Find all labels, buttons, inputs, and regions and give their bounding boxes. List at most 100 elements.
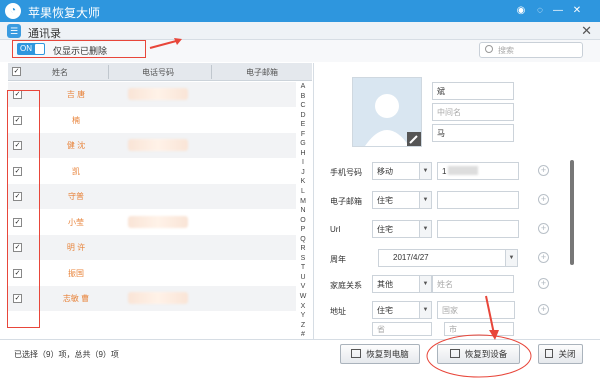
contact-name: 楠 <box>72 115 80 125</box>
alphabet-letter[interactable]: T <box>297 263 309 273</box>
family-type-select[interactable]: 其他 ▼ <box>372 275 432 293</box>
table-row[interactable]: ✓ 健 沈 <box>8 133 296 158</box>
add-email-icon[interactable]: + <box>538 194 549 205</box>
alphabet-letter[interactable]: Y <box>297 311 309 321</box>
phone-number-redacted <box>128 88 188 100</box>
alphabet-letter[interactable]: V <box>297 282 309 292</box>
address-type-select[interactable]: 住宅 ▼ <box>372 301 432 319</box>
first-name-field[interactable]: 斌 <box>432 82 514 100</box>
alphabet-letter[interactable]: N <box>297 206 309 216</box>
minimize-icon[interactable]: — <box>551 4 565 18</box>
phone-field[interactable]: 1 <box>437 162 519 180</box>
table-row[interactable]: ✓ 志敏 曹 <box>8 286 296 311</box>
alphabet-letter[interactable]: Z <box>297 321 309 331</box>
address-label: 地址 <box>330 307 346 316</box>
window-title: 通讯录 <box>28 28 61 40</box>
phone-number-redacted <box>128 292 188 304</box>
phone-type-select[interactable]: 移动 ▼ <box>372 162 432 180</box>
alphabet-letter[interactable]: R <box>297 244 309 254</box>
url-type-value: 住宅 <box>377 225 393 234</box>
contacts-icon: ☰ <box>7 24 21 38</box>
table-row[interactable]: ✓ 小莹 <box>8 210 296 235</box>
table-row[interactable]: ✓ 振国 <box>8 261 296 286</box>
weibo-icon[interactable]: ◉ <box>514 4 528 18</box>
selection-status: 已选择（9）项，总共（9）项 <box>14 350 119 359</box>
add-phone-icon[interactable]: + <box>538 165 549 176</box>
col-email[interactable]: 电子邮箱 <box>246 67 278 78</box>
email-type-value: 住宅 <box>377 196 393 205</box>
alphabet-index[interactable]: A B C D E F G H I J K L M N O P Q R S T U V W X Y Z # <box>297 82 309 340</box>
email-type-select[interactable]: 住宅 ▼ <box>372 191 432 209</box>
alphabet-letter[interactable]: L <box>297 187 309 197</box>
alphabet-letter[interactable]: K <box>297 177 309 187</box>
close-app-icon[interactable]: ✕ <box>570 4 584 18</box>
search-icon <box>485 45 493 53</box>
detail-scrollbar[interactable] <box>570 160 574 265</box>
contact-name: 凯 <box>72 166 80 176</box>
close-button[interactable]: 关闭 <box>538 344 583 364</box>
computer-icon <box>351 349 362 358</box>
alphabet-letter[interactable]: H <box>297 149 309 159</box>
alphabet-letter[interactable]: F <box>297 130 309 140</box>
table-row[interactable]: ✓ 楠 <box>8 108 296 133</box>
alphabet-letter[interactable]: B <box>297 92 309 102</box>
phone-type-value: 移动 <box>377 167 393 176</box>
contact-name: 健 沈 <box>66 141 86 150</box>
alphabet-letter[interactable]: S <box>297 254 309 264</box>
email-field[interactable] <box>437 191 519 209</box>
select-all-checkbox[interactable]: ✓ <box>12 67 21 76</box>
contact-name: 志敏 曹 <box>62 294 90 303</box>
last-name-field[interactable]: 马 <box>432 124 514 142</box>
anniversary-date-picker[interactable]: 2017/4/27 ▼ <box>378 249 518 267</box>
table-row[interactable]: ✓ 吉 唐 <box>8 82 296 107</box>
middle-name-field[interactable]: 中间名 <box>432 103 514 121</box>
url-field[interactable] <box>437 220 519 238</box>
province-field[interactable]: 省 <box>372 322 432 336</box>
alphabet-letter[interactable]: M <box>297 197 309 207</box>
alphabet-letter[interactable]: W <box>297 292 309 302</box>
annotation-arrow <box>149 38 182 49</box>
chevron-down-icon: ▼ <box>419 192 431 208</box>
app-titlebar: ◔ 苹果恢复大师 ◉ ◌ — ✕ <box>0 0 600 22</box>
add-url-icon[interactable]: + <box>538 223 549 234</box>
email-label: 电子邮箱 <box>330 197 362 206</box>
alphabet-letter[interactable]: E <box>297 120 309 130</box>
alphabet-letter[interactable]: O <box>297 216 309 226</box>
family-label: 家庭关系 <box>330 281 362 290</box>
col-phone[interactable]: 电话号码 <box>142 67 174 78</box>
col-name[interactable]: 姓名 <box>52 67 68 78</box>
contact-photo[interactable] <box>352 77 422 147</box>
alphabet-letter[interactable]: A <box>297 82 309 92</box>
contact-name: 守普 <box>68 192 84 201</box>
alphabet-letter[interactable]: I <box>297 158 309 168</box>
url-type-select[interactable]: 住宅 ▼ <box>372 220 432 238</box>
app-logo-icon: ◔ <box>5 3 21 19</box>
chevron-down-icon: ▼ <box>505 250 517 266</box>
close-label: 关闭 <box>558 349 576 359</box>
search-input[interactable]: 搜索 <box>479 42 583 58</box>
phone-number-redacted <box>128 139 188 151</box>
alphabet-letter[interactable]: D <box>297 111 309 121</box>
restore-to-pc-button[interactable]: 恢复到电脑 <box>340 344 420 364</box>
chat-icon[interactable]: ◌ <box>533 4 547 18</box>
add-date-icon[interactable]: + <box>538 252 549 263</box>
table-header: ✓ 姓名 电话号码 电子邮箱 <box>8 63 312 81</box>
table-row[interactable]: ✓ 明 许 <box>8 235 296 260</box>
close-window-icon[interactable]: ✕ <box>581 23 592 39</box>
alphabet-letter[interactable]: P <box>297 225 309 235</box>
app-title: 苹果恢复大师 <box>28 6 101 20</box>
table-row[interactable]: ✓ 凯 <box>8 159 296 184</box>
alphabet-letter[interactable]: J <box>297 168 309 178</box>
alphabet-letter[interactable]: C <box>297 101 309 111</box>
contact-name: 小莹 <box>68 217 84 227</box>
table-row[interactable]: ✓ 守普 <box>8 184 296 209</box>
exit-icon <box>545 349 554 358</box>
alphabet-letter[interactable]: X <box>297 302 309 312</box>
phone-value: 1 <box>442 167 447 176</box>
alphabet-letter[interactable]: U <box>297 273 309 283</box>
phone-number-redacted <box>128 215 188 228</box>
alphabet-letter[interactable]: Q <box>297 235 309 245</box>
alphabet-letter[interactable]: G <box>297 139 309 149</box>
anniversary-value: 2017/4/27 <box>393 253 429 262</box>
restore-to-pc-label: 恢复到电脑 <box>366 349 409 359</box>
